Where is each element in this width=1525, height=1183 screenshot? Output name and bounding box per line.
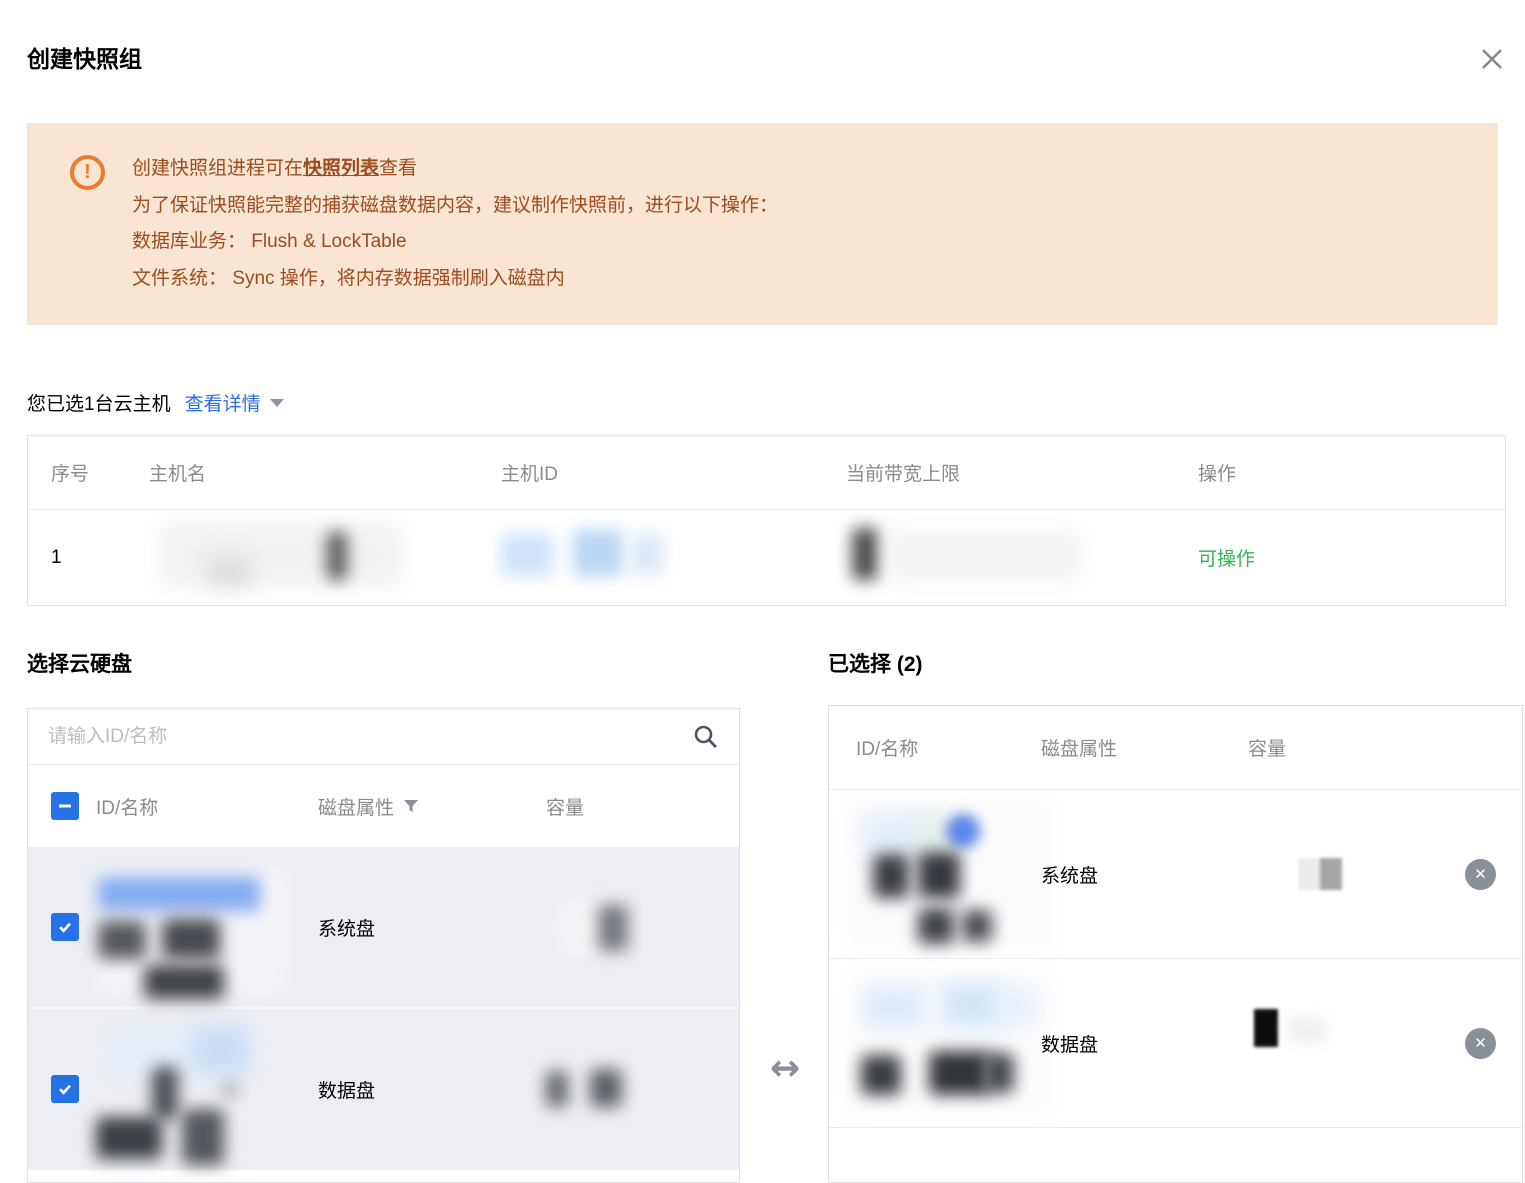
check-icon	[59, 922, 71, 933]
col-bandwidth: 当前带宽上限	[846, 464, 961, 485]
redacted-disk-id	[848, 959, 1053, 1127]
banner-line1-suffix: 查看	[379, 158, 418, 179]
disk-search-bar	[28, 709, 739, 765]
redacted-disk-id	[848, 790, 1053, 958]
list-item[interactable]: 系统盘	[28, 847, 739, 1009]
selected-disk-row: 系统盘 ✕	[829, 790, 1522, 959]
warning-icon: !	[70, 155, 105, 190]
selected-host-summary: 您已选1台云主机	[27, 394, 171, 415]
redacted-host-id	[501, 510, 846, 605]
search-input[interactable]	[48, 725, 692, 748]
col-index: 序号	[51, 464, 90, 485]
page-title: 创建快照组	[27, 46, 142, 72]
disk-type-label: 数据盘	[318, 1080, 376, 1102]
remove-icon: ✕	[1474, 865, 1487, 883]
list-item[interactable]: 数据盘	[28, 1009, 739, 1171]
col-disk-type: 磁盘属性	[318, 797, 395, 819]
view-details-link[interactable]: 查看详情	[185, 389, 261, 416]
check-icon	[59, 1084, 71, 1095]
banner-line-3: 数据库业务： Flush & LockTable	[132, 231, 407, 252]
redacted-capacity	[1248, 790, 1465, 958]
warning-banner: ! 创建快照组进程可在快照列表查看 为了保证快照能完整的捕获磁盘数据内容，建议制…	[27, 123, 1498, 325]
remove-disk-button[interactable]: ✕	[1465, 858, 1496, 890]
col-host-name: 主机名	[149, 464, 207, 485]
select-all-checkbox[interactable]	[51, 792, 79, 820]
redacted-disk-id	[96, 847, 318, 1007]
redacted-capacity	[546, 847, 739, 1007]
remove-icon: ✕	[1474, 1034, 1487, 1052]
redacted-capacity	[546, 1009, 739, 1169]
indeterminate-icon	[59, 804, 71, 808]
col-host-id: 主机ID	[501, 464, 559, 485]
search-icon[interactable]	[692, 723, 719, 750]
banner-line-1: 创建快照组进程可在快照列表查看	[132, 151, 778, 188]
select-disk-title: 选择云硬盘	[27, 653, 132, 676]
filter-icon[interactable]	[403, 798, 419, 814]
selected-disk-panel: ID/名称 磁盘属性 容量 系统盘 ✕ 数据盘 ✕	[828, 705, 1523, 1183]
close-icon	[1482, 49, 1502, 69]
col-id-name: ID/名称	[856, 739, 919, 760]
remove-disk-button[interactable]: ✕	[1465, 1027, 1496, 1059]
row-checkbox[interactable]	[51, 1075, 79, 1103]
host-table: 序号 主机名 主机ID 当前带宽上限 操作 1 可操作	[27, 435, 1506, 606]
selected-disk-row: 数据盘 ✕	[829, 959, 1522, 1128]
disk-type-label: 系统盘	[318, 918, 376, 940]
disk-type-label: 数据盘	[1041, 1034, 1099, 1056]
col-capacity: 容量	[1248, 739, 1287, 760]
host-index: 1	[51, 546, 62, 568]
selected-disk-header: ID/名称 磁盘属性 容量	[829, 706, 1522, 790]
col-capacity: 容量	[546, 797, 585, 819]
table-row: 1 可操作	[28, 510, 1505, 605]
row-checkbox[interactable]	[51, 913, 79, 941]
selected-disk-title: 已选择 (2)	[828, 653, 923, 676]
disk-source-panel: ID/名称 磁盘属性 容量 系统盘	[27, 708, 740, 1183]
disk-source-header: ID/名称 磁盘属性 容量	[28, 765, 739, 847]
transfer-arrow-icon: ↔	[769, 1048, 801, 1089]
close-button[interactable]	[1475, 42, 1509, 76]
col-id-name: ID/名称	[96, 797, 159, 819]
snapshot-list-link[interactable]: 快照列表	[303, 158, 379, 179]
status-badge: 可操作	[1198, 549, 1256, 570]
redacted-capacity	[1248, 959, 1465, 1127]
redacted-bandwidth	[846, 510, 1198, 605]
redacted-host-name	[149, 510, 501, 605]
chevron-down-icon[interactable]	[269, 398, 284, 407]
banner-line1-prefix: 创建快照组进程可在	[132, 158, 304, 179]
host-table-header: 序号 主机名 主机ID 当前带宽上限 操作	[28, 436, 1505, 510]
banner-line-4: 文件系统： Sync 操作，将内存数据强制刷入磁盘内	[132, 267, 565, 289]
disk-type-label: 系统盘	[1041, 865, 1099, 887]
banner-line-2: 为了保证快照能完整的捕获磁盘数据内容，建议制作快照前，进行以下操作：	[132, 194, 779, 216]
col-disk-type: 磁盘属性	[1041, 739, 1118, 760]
redacted-disk-id	[96, 1009, 318, 1169]
col-action: 操作	[1198, 464, 1237, 485]
